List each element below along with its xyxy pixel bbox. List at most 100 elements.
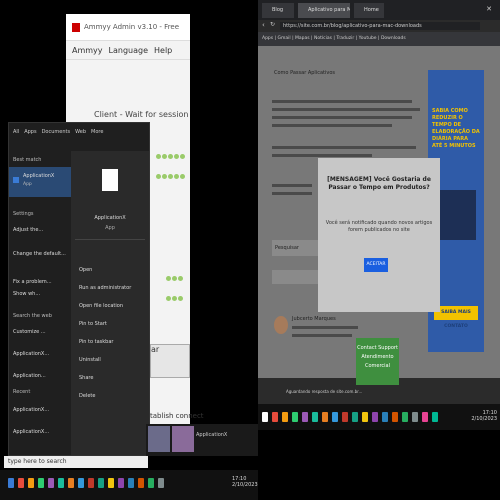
modal-title: [MENSAGEM] Você Gostaria de Passar o Tem… — [327, 176, 431, 191]
connect-button[interactable]: ar — [150, 344, 190, 378]
menu-language[interactable]: Language — [109, 46, 148, 55]
action-open-file-location[interactable]: Open file location — [79, 303, 123, 309]
start-menu: All Apps Documents Web More Best match A… — [8, 122, 150, 456]
web-item[interactable]: Customize ... — [13, 329, 46, 335]
bookmarks-bar[interactable]: Apps | Gmail | Mapas | Notícias | Traduz… — [258, 32, 500, 46]
recent-header: Recent — [13, 389, 31, 395]
app-taskbar-icon[interactable] — [372, 412, 378, 422]
action-uninstall[interactable]: Uninstall — [79, 357, 101, 363]
web-item[interactable]: Application... — [13, 373, 46, 379]
text-line — [272, 100, 412, 103]
ammyy-titlebar[interactable]: Ammyy Admin v3.10 - Free — [66, 14, 190, 41]
url-input[interactable]: https://site.com.br/blog/aplicativo-para… — [280, 22, 480, 30]
ammyy-logo-icon — [72, 22, 80, 32]
app-taskbar-icon[interactable] — [342, 412, 348, 422]
app-taskbar-icon[interactable] — [332, 412, 338, 422]
recent-item[interactable]: ApplicationX... — [13, 429, 49, 435]
action-pin-start[interactable]: Pin to Start — [79, 321, 107, 327]
ad-button[interactable]: SAIBA MAIS CONTATO — [434, 306, 478, 329]
reload-icon[interactable]: ↻ — [270, 21, 275, 28]
app-taskbar-icon[interactable] — [128, 478, 134, 488]
text-line — [292, 326, 358, 329]
text-line — [272, 192, 312, 195]
modal-accept-button[interactable]: ACEITAR — [364, 258, 388, 272]
window-thumbnail[interactable] — [148, 426, 170, 452]
status-dots — [156, 174, 186, 181]
app-taskbar-icon[interactable] — [158, 478, 164, 488]
app-taskbar-icon[interactable] — [272, 412, 278, 422]
action-share[interactable]: Share — [79, 375, 93, 381]
settings-item[interactable]: Adjust the... — [13, 227, 43, 233]
search-button[interactable] — [272, 270, 318, 284]
close-window-icon[interactable]: ✕ — [486, 5, 492, 13]
best-match-header: Best match — [13, 157, 42, 163]
app-taskbar-icon[interactable] — [302, 412, 308, 422]
avatar — [274, 316, 288, 334]
browser-tab[interactable]: Blog — [262, 3, 294, 18]
app-taskbar-icon[interactable] — [118, 478, 124, 488]
action-run-as-admin[interactable]: Run as administrator — [79, 285, 131, 291]
folder-taskbar-icon[interactable] — [28, 478, 34, 488]
menu-ammyy[interactable]: Ammyy — [72, 46, 103, 55]
tab-more[interactable]: More — [91, 129, 103, 135]
search-field[interactable]: Pesquisar — [272, 240, 318, 256]
web-item[interactable]: ApplicationX... — [13, 351, 49, 357]
app-taskbar-icon[interactable] — [402, 412, 408, 422]
recent-item[interactable]: ApplicationX... — [13, 407, 49, 413]
tab-documents[interactable]: Documents — [42, 129, 71, 135]
app-taskbar-icon[interactable] — [48, 478, 54, 488]
app-taskbar-icon[interactable] — [88, 478, 94, 488]
menu-help[interactable]: Help — [154, 46, 172, 55]
best-match-title: ApplicationX — [23, 173, 55, 179]
app-taskbar-icon[interactable] — [352, 412, 358, 422]
settings-item[interactable]: Fix a problem... — [13, 279, 52, 285]
text-line — [292, 334, 352, 337]
windows-start-icon[interactable] — [262, 412, 268, 422]
tab-web[interactable]: Web — [75, 129, 86, 135]
browser-tab[interactable]: Home — [354, 3, 384, 18]
app-taskbar-icon[interactable] — [108, 478, 114, 488]
app-taskbar-icon[interactable] — [322, 412, 328, 422]
app-large-icon — [102, 169, 118, 191]
ad-image — [436, 190, 476, 240]
app-taskbar-icon[interactable] — [98, 478, 104, 488]
app-taskbar-icon[interactable] — [292, 412, 298, 422]
app-taskbar-icon[interactable] — [58, 478, 64, 488]
app-taskbar-icon[interactable] — [148, 478, 154, 488]
app-taskbar-icon[interactable] — [312, 412, 318, 422]
tab-all[interactable]: All — [13, 129, 19, 135]
taskbar-thumbnails: ApplicationX — [146, 424, 258, 456]
app-taskbar-icon[interactable] — [382, 412, 388, 422]
app-taskbar-icon[interactable] — [412, 412, 418, 422]
app-taskbar-icon[interactable] — [18, 478, 24, 488]
folder-taskbar-icon[interactable] — [282, 412, 288, 422]
right-monitor: Blog Aplicativo para Mac Home ✕ ‹ ↻ http… — [258, 0, 500, 430]
status-dots — [166, 276, 184, 283]
windows-start-icon[interactable] — [8, 478, 14, 488]
app-taskbar-icon[interactable] — [78, 478, 84, 488]
app-taskbar-icon[interactable] — [68, 478, 74, 488]
taskbar-search-input[interactable]: type here to search — [4, 456, 148, 468]
support-widget[interactable]: Contact Support Atendimento Comercial — [356, 338, 399, 385]
settings-item[interactable]: Show wh... — [13, 291, 40, 297]
app-taskbar-icon[interactable] — [38, 478, 44, 488]
taskbar-clock[interactable]: 17:10 2/10/2023 — [471, 410, 497, 422]
action-open[interactable]: Open — [79, 267, 92, 273]
taskbar-right: 17:10 2/10/2023 — [258, 404, 500, 430]
back-arrow-icon[interactable]: ‹ — [262, 21, 265, 29]
settings-item[interactable]: Change the default... — [13, 251, 66, 257]
app-taskbar-icon[interactable] — [392, 412, 398, 422]
thumbnail-caption: ApplicationX — [196, 432, 228, 438]
best-match-item[interactable]: ApplicationX App — [9, 167, 71, 197]
app-taskbar-icon[interactable] — [422, 412, 428, 422]
action-delete[interactable]: Delete — [79, 393, 95, 399]
best-match-subtitle: App — [23, 182, 32, 187]
tab-apps[interactable]: Apps — [24, 129, 36, 135]
app-taskbar-icon[interactable] — [362, 412, 368, 422]
browser-tab-active[interactable]: Aplicativo para Mac — [298, 3, 350, 18]
app-taskbar-icon[interactable] — [432, 412, 438, 422]
taskbar-clock[interactable]: 17:10 2/10/2023 — [232, 476, 258, 488]
app-taskbar-icon[interactable] — [138, 478, 144, 488]
action-pin-taskbar[interactable]: Pin to taskbar — [79, 339, 113, 345]
window-thumbnail[interactable] — [172, 426, 194, 452]
